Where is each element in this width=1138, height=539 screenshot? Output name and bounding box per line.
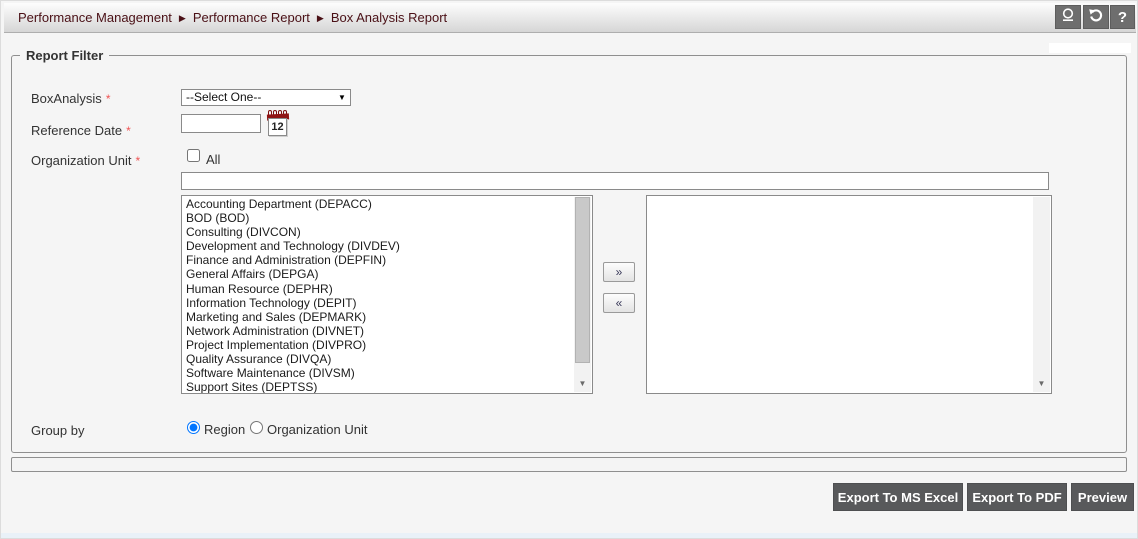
scroll-down-icon[interactable]: ▼ xyxy=(1033,378,1050,390)
export-excel-button[interactable]: Export To MS Excel xyxy=(833,483,963,511)
move-right-button[interactable]: » xyxy=(603,262,635,282)
org-unit-available-listbox[interactable]: Accounting Department (DEPACC) BOD (BOD)… xyxy=(181,195,593,394)
reference-date-label: Reference Date* xyxy=(31,123,131,138)
breadcrumb-box-analysis-report[interactable]: Box Analysis Report xyxy=(331,10,447,25)
group-by-org-unit-label[interactable]: Organization Unit xyxy=(267,422,367,437)
preview-button[interactable]: Preview xyxy=(1071,483,1134,511)
org-unit-available-items: Accounting Department (DEPACC) BOD (BOD)… xyxy=(182,197,574,394)
box-analysis-selected-value: --Select One-- xyxy=(182,90,334,105)
box-analysis-select[interactable]: --Select One-- ▼ xyxy=(181,89,351,106)
org-unit-all-checkbox[interactable] xyxy=(187,149,200,162)
breadcrumb-performance-management[interactable]: Performance Management xyxy=(18,10,172,25)
required-asterisk: * xyxy=(135,154,140,168)
organization-unit-label: Organization Unit* xyxy=(31,153,140,168)
available-listbox-scrollbar[interactable]: ▼ xyxy=(574,197,591,392)
org-unit-option[interactable]: Human Resource (DEPHR) xyxy=(182,282,574,296)
org-unit-option[interactable]: Project Implementation (DIVPRO) xyxy=(182,338,574,352)
reference-date-input[interactable] xyxy=(181,114,261,133)
undo-icon xyxy=(1088,7,1104,28)
org-unit-selected-listbox[interactable]: ▼ xyxy=(646,195,1052,394)
org-unit-search-input[interactable] xyxy=(181,172,1049,190)
org-unit-option[interactable]: Network Administration (DIVNET) xyxy=(182,324,574,338)
group-by-label: Group by xyxy=(31,423,84,438)
report-filter-legend: Report Filter xyxy=(20,48,109,63)
org-unit-option[interactable]: Information Technology (DEPIT) xyxy=(182,296,574,310)
scroll-down-icon[interactable]: ▼ xyxy=(574,378,591,390)
breadcrumb-performance-report[interactable]: Performance Report xyxy=(193,10,310,25)
box-analysis-report-page: Performance Management ▶ Performance Repor… xyxy=(0,0,1138,539)
group-by-region-label[interactable]: Region xyxy=(204,422,245,437)
org-unit-option[interactable]: Support Sites (DEPTSS) xyxy=(182,380,574,394)
group-by-org-unit-radio[interactable] xyxy=(250,421,263,434)
chevron-down-icon: ▼ xyxy=(334,93,350,102)
required-asterisk: * xyxy=(126,124,131,138)
scrollbar-thumb[interactable] xyxy=(575,197,590,363)
required-asterisk: * xyxy=(106,92,111,106)
breadcrumb: Performance Management ▶ Performance Repor… xyxy=(18,3,447,33)
org-unit-option[interactable]: Quality Assurance (DIVQA) xyxy=(182,352,574,366)
org-unit-option[interactable]: Software Maintenance (DIVSM) xyxy=(182,366,574,380)
org-unit-option[interactable]: Marketing and Sales (DEPMARK) xyxy=(182,310,574,324)
calendar-picker-button[interactable]: 12 xyxy=(267,110,291,137)
footer-strip xyxy=(1,533,1138,539)
export-pdf-button[interactable]: Export To PDF xyxy=(967,483,1067,511)
breadcrumb-bar: Performance Management ▶ Performance Repor… xyxy=(4,3,1136,33)
org-unit-option[interactable]: Accounting Department (DEPACC) xyxy=(182,197,574,211)
breadcrumb-separator-icon: ▶ xyxy=(317,13,324,23)
user-session-icon xyxy=(1060,7,1076,28)
move-left-button[interactable]: « xyxy=(603,293,635,313)
org-unit-option[interactable]: General Affairs (DEPGA) xyxy=(182,267,574,281)
org-unit-option[interactable]: Finance and Administration (DEPFIN) xyxy=(182,253,574,267)
help-button[interactable]: ? xyxy=(1110,5,1135,29)
calendar-day-icon: 12 xyxy=(268,118,287,136)
org-unit-all-label[interactable]: All xyxy=(206,152,220,167)
org-unit-option[interactable]: Consulting (DIVCON) xyxy=(182,225,574,239)
reset-button[interactable] xyxy=(1083,5,1109,29)
breadcrumb-separator-icon: ▶ xyxy=(179,13,186,23)
org-unit-option[interactable]: BOD (BOD) xyxy=(182,211,574,225)
group-by-region-radio[interactable] xyxy=(187,421,200,434)
collapsed-panel xyxy=(11,457,1127,472)
box-analysis-label: BoxAnalysis* xyxy=(31,91,110,106)
org-unit-option[interactable]: Development and Technology (DIVDEV) xyxy=(182,239,574,253)
selected-listbox-scrollbar[interactable]: ▼ xyxy=(1033,197,1050,392)
help-icon: ? xyxy=(1118,9,1127,26)
user-session-button[interactable] xyxy=(1055,5,1081,29)
